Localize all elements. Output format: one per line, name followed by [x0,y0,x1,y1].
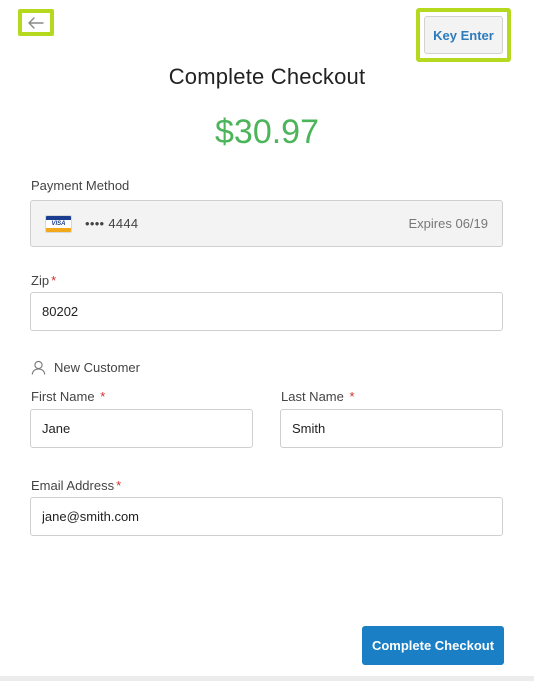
new-customer-label: New Customer [54,360,140,375]
key-enter-highlight: Key Enter [416,8,511,62]
back-button[interactable] [18,9,54,36]
complete-checkout-button[interactable]: Complete Checkout [362,626,504,665]
required-mark: * [116,478,122,493]
first-name-label: First Name * [31,389,106,404]
zip-input[interactable] [30,292,503,331]
arrow-left-icon [28,16,44,29]
last-name-label: Last Name * [281,389,355,404]
required-mark: * [51,273,57,288]
required-mark: * [349,389,355,404]
page-title: Complete Checkout [168,64,366,89]
visa-card-icon: VISA [45,214,72,233]
checkout-amount: $30.97 [215,113,319,151]
bottom-divider [0,676,534,681]
key-enter-button[interactable]: Key Enter [424,16,503,54]
first-name-input[interactable] [30,409,253,448]
card-expiry: Expires 06/19 [408,216,489,231]
user-icon [31,360,46,375]
email-input[interactable] [30,497,503,536]
required-mark: * [100,389,106,404]
card-masked-number: •••• 4444 [85,216,139,231]
zip-label: Zip * [31,273,57,288]
payment-method-label: Payment Method [31,178,130,193]
payment-method-card[interactable]: VISA •••• 4444 Expires 06/19 [30,200,503,247]
new-customer-toggle[interactable]: New Customer [31,360,140,375]
email-label: Email Address * [31,478,122,493]
last-name-input[interactable] [280,409,503,448]
